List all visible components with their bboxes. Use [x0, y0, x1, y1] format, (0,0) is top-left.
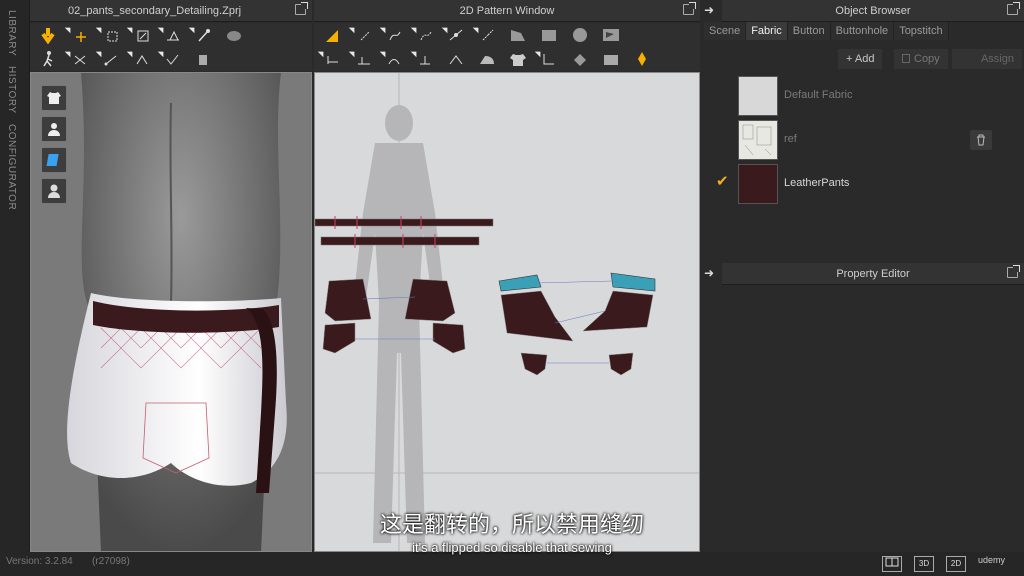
split-view-icon[interactable]: [882, 556, 902, 572]
polygon-icon[interactable]: [504, 24, 532, 46]
tab-buttonhole[interactable]: Buttonhole: [830, 22, 895, 40]
fold-arrange-icon[interactable]: [442, 48, 470, 70]
sewing-segment-icon[interactable]: [64, 48, 93, 70]
fabric-swatch: [738, 120, 778, 160]
window2d-header: 2D Pattern Window: [314, 0, 700, 22]
watermark: udemy: [978, 555, 1006, 565]
tape-icon[interactable]: [220, 24, 248, 46]
show-garment-icon[interactable]: [41, 85, 67, 111]
assign-button[interactable]: Assign: [952, 49, 1022, 69]
window2d-title: 2D Pattern Window: [459, 5, 555, 17]
object-browser-header: Object Browser: [722, 0, 1024, 22]
edit-pattern-icon[interactable]: [318, 24, 346, 46]
pin-icon[interactable]: [188, 24, 217, 46]
edit-point-icon[interactable]: [348, 24, 377, 46]
toolbar-2d-row2: [314, 47, 700, 71]
circle-icon[interactable]: [566, 24, 594, 46]
transform-icon[interactable]: [126, 24, 155, 46]
viewport-3d[interactable]: [30, 72, 312, 552]
graphic-icon[interactable]: [628, 48, 656, 70]
curve-point-icon[interactable]: [410, 24, 439, 46]
side-tab-strip: LIBRARY HISTORY CONFIGURATOR: [0, 0, 30, 552]
move-icon[interactable]: [64, 24, 93, 46]
tshirt-icon[interactable]: [504, 48, 532, 70]
edit-curve-icon[interactable]: [379, 24, 408, 46]
view-2d-button[interactable]: 2D: [946, 556, 966, 572]
texture-icon[interactable]: [597, 48, 625, 70]
subtitle-english: it's a flipped so disable that sewing: [412, 540, 612, 555]
copy-label: Copy: [914, 53, 940, 65]
free-sewing-icon[interactable]: [348, 48, 377, 70]
rectangle-icon[interactable]: [535, 24, 563, 46]
add-point-icon[interactable]: [441, 24, 470, 46]
window3d-header: 02_pants_secondary_Detailing.Zprj: [30, 0, 312, 22]
simulate-icon[interactable]: [34, 24, 62, 46]
object-browser-tabs: Scene Fabric Button Buttonhole Topstitch: [704, 22, 956, 40]
fabric-swatch: [738, 164, 778, 204]
property-editor-title: Property Editor: [836, 268, 910, 280]
edit-sewing-2d-icon[interactable]: [410, 48, 439, 70]
collapse-arrow-icon[interactable]: ➜: [704, 266, 720, 282]
m-n-sewing-icon[interactable]: [379, 48, 408, 70]
detach-icon[interactable]: [683, 2, 696, 15]
split-line-icon[interactable]: [472, 24, 501, 46]
pattern-canvas: [315, 73, 699, 551]
collapse-arrow-icon[interactable]: ➜: [704, 3, 720, 19]
fabric-list: Default Fabric ref ✔ LeatherPants: [704, 74, 1024, 206]
detach-icon[interactable]: [1007, 265, 1020, 278]
list-item[interactable]: ref: [704, 118, 1024, 162]
status-bar: Version: 3.2.84 (r27098) 3D 2D: [0, 552, 1024, 576]
toolbar-3d-row2: [30, 47, 312, 71]
add-button[interactable]: + Add: [838, 49, 883, 69]
segment-sewing-icon[interactable]: [317, 48, 346, 70]
tab-history[interactable]: HISTORY: [6, 66, 17, 114]
detach-icon[interactable]: [1007, 2, 1020, 15]
tab-fabric[interactable]: Fabric: [746, 22, 788, 40]
edit-sewing-icon[interactable]: [189, 48, 217, 70]
copy-icon: [902, 54, 910, 63]
select-box-icon[interactable]: [95, 24, 124, 46]
avatar-silhouette-icon[interactable]: [41, 178, 67, 204]
sewing-check-icon[interactable]: [157, 48, 186, 70]
fold-icon[interactable]: [157, 24, 186, 46]
object-browser-toolbar: + Add Copy Assign: [704, 46, 1024, 72]
copy-button[interactable]: Copy: [894, 49, 948, 69]
sewing-free-icon[interactable]: [95, 48, 124, 70]
build-label: (r27098): [92, 556, 130, 567]
symmetry-icon[interactable]: [566, 48, 594, 70]
view-toggle-column: [41, 85, 67, 204]
button-tool-icon[interactable]: [534, 48, 563, 70]
view-3d-button[interactable]: 3D: [914, 556, 934, 572]
avatar-back-render: [31, 73, 311, 551]
show-avatar-icon[interactable]: [41, 116, 67, 142]
avatar-walk-icon[interactable]: [34, 48, 62, 70]
tab-configurator[interactable]: CONFIGURATOR: [6, 124, 17, 210]
version-label: Version: 3.2.84: [6, 556, 73, 567]
delete-icon[interactable]: [970, 130, 992, 150]
viewport-2d[interactable]: [314, 72, 700, 552]
tab-scene[interactable]: Scene: [704, 22, 747, 40]
fabric-name: ref: [784, 133, 797, 145]
tab-topstitch[interactable]: Topstitch: [894, 22, 949, 40]
iron-icon[interactable]: [473, 48, 501, 70]
window3d-title: 02_pants_secondary_Detailing.Zprj: [68, 5, 242, 17]
detach-icon[interactable]: [295, 2, 308, 15]
tab-button[interactable]: Button: [787, 22, 831, 40]
list-item[interactable]: ✔ LeatherPants: [704, 162, 1024, 206]
fabric-name: LeatherPants: [784, 177, 850, 189]
object-browser-title: Object Browser: [835, 5, 911, 17]
texture-view-icon[interactable]: [41, 147, 67, 173]
toolbar-3d-row1: [30, 23, 312, 47]
toolbar-2d-row1: [314, 23, 700, 47]
app-window: LIBRARY HISTORY CONFIGURATOR 02_pants_se…: [0, 0, 1024, 576]
list-item[interactable]: Default Fabric: [704, 74, 1024, 118]
fabric-swatch: [738, 76, 778, 116]
tab-library[interactable]: LIBRARY: [6, 10, 17, 56]
sewing-multi-icon[interactable]: [126, 48, 155, 70]
property-editor-header: Property Editor: [722, 263, 1024, 285]
checkmark-icon: ✔: [716, 173, 729, 190]
subtitle-chinese: 这是翻转的，所以禁用缝纫: [379, 513, 644, 538]
internal-polygon-icon[interactable]: [597, 24, 625, 46]
fabric-name: Default Fabric: [784, 89, 853, 101]
